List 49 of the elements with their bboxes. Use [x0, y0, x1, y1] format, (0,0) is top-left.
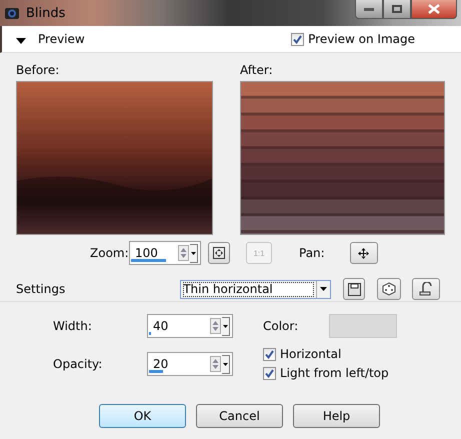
- dropdown-button[interactable]: [222, 316, 230, 336]
- opacity-label: Opacity:: [53, 357, 104, 371]
- reset-icon: [418, 282, 434, 296]
- window-title: Blinds: [26, 6, 66, 20]
- settings-label: Settings: [16, 282, 66, 296]
- dialog-button[interactable]: Cancel: [196, 404, 283, 428]
- caret-icon: [191, 252, 196, 254]
- checkbox-label: Light from left/top: [280, 366, 389, 380]
- save-icon: [348, 282, 361, 296]
- move-icon: [358, 248, 370, 258]
- randomize-button[interactable]: [377, 278, 402, 300]
- number-field[interactable]: 40: [147, 314, 233, 338]
- dropdown-button[interactable]: [190, 244, 198, 262]
- minimize-button[interactable]: [355, 0, 383, 19]
- pan-button[interactable]: [350, 242, 378, 264]
- checkbox[interactable]: [263, 366, 276, 380]
- caret-icon: [320, 287, 328, 291]
- color-swatch[interactable]: [329, 314, 397, 338]
- preset-dropdown[interactable]: Thin horizontal: [180, 280, 332, 298]
- dice-icon: [382, 282, 396, 296]
- dialog-button[interactable]: Help: [293, 404, 380, 428]
- maximize-icon: [392, 5, 402, 13]
- caret-icon: [223, 324, 228, 328]
- checkbox[interactable]: [263, 348, 276, 360]
- close-button[interactable]: [411, 0, 457, 19]
- fit-icon: [213, 247, 225, 259]
- zoom-label: Zoom:: [90, 246, 125, 260]
- checkbox[interactable]: [291, 32, 304, 46]
- width-label: Width:: [53, 319, 93, 333]
- dialog-button[interactable]: OK: [99, 404, 186, 428]
- after-label: After:: [240, 63, 274, 77]
- reset-button[interactable]: [412, 278, 440, 300]
- dropdown-button[interactable]: [222, 354, 230, 374]
- checkbox-label: Preview on Image: [308, 32, 415, 46]
- camera-icon: [4, 5, 20, 21]
- before-label: Before:: [16, 63, 60, 77]
- fit-button[interactable]: [208, 242, 230, 264]
- save-button[interactable]: [343, 278, 366, 300]
- pan-label: Pan:: [299, 246, 325, 260]
- section-title: Preview: [38, 32, 85, 46]
- caret-icon: [223, 362, 228, 366]
- color-label: Color:: [263, 319, 300, 333]
- expand-arrow-icon[interactable]: [16, 38, 26, 44]
- maximize-button[interactable]: [383, 0, 411, 19]
- checkbox-label: Horizontal: [280, 347, 342, 361]
- minimize-icon: [364, 8, 374, 10]
- number-field[interactable]: 100: [129, 241, 201, 265]
- number-field[interactable]: 20: [147, 352, 233, 376]
- close-icon: [428, 4, 440, 14]
